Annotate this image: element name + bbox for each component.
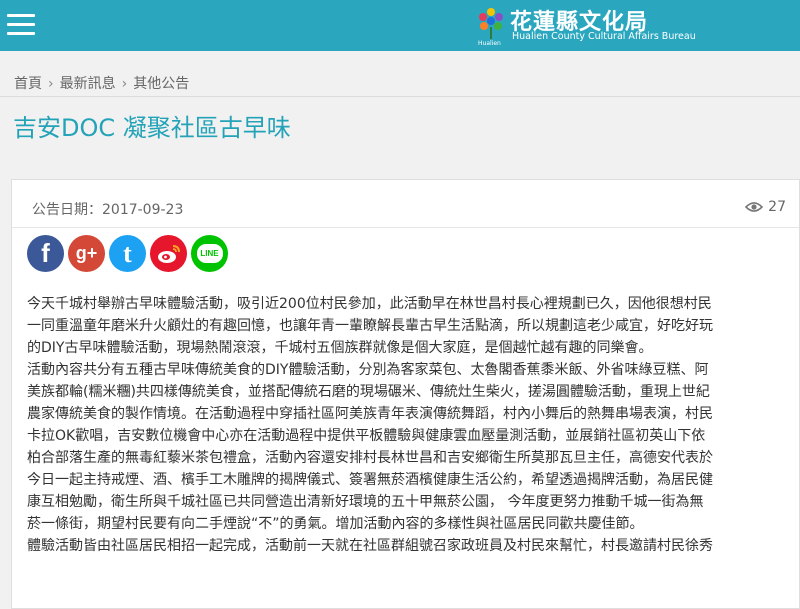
weibo-share-button[interactable] [150,235,187,272]
breadcrumb-news[interactable]: 最新訊息 [60,76,116,92]
view-count-value: 27 [768,199,786,215]
google-plus-share-button[interactable]: g+ [68,235,105,272]
line-icon: LINE [196,244,223,263]
line-share-button[interactable]: LINE [191,235,228,272]
article-line: 美族都輪(糯米糰)共四樣傳統美食，並搭配傳統石磨的現場碾米、傳統灶生柴火，搓湯圓… [27,384,710,400]
logo-small-text: Hualien [478,40,501,47]
breadcrumb-separator: › [48,76,54,92]
breadcrumb-separator: › [121,76,128,92]
eye-icon [745,202,764,212]
menu-icon-bar [7,32,35,35]
weibo-icon [157,244,180,263]
twitter-share-button[interactable]: t [109,235,146,272]
article-line: 的DIY古早味體驗活動，現場熱鬧滾滾，千城村五個族群就像是個大家庭，是個越忙越有… [27,340,653,356]
article-line: 體驗活動皆由社區居民相招一起完成，活動前一天就在社區群組號召家政班員及村民來幫忙… [27,538,713,554]
breadcrumb-home[interactable]: 首頁 [14,76,42,92]
facebook-share-button[interactable]: f [27,235,64,272]
article-line: 卡拉OK歡唱，吉安數位機會中心亦在活動過程中提供平板體驗與健康雲血壓量測活動，並… [27,428,706,444]
line-icon-label: LINE [200,249,219,258]
facebook-icon: f [41,238,50,268]
breadcrumb: 首頁 › 最新訊息 › 其他公告 [14,73,189,93]
article-line: 一同重溫童年磨米升火顧灶的有趣回憶，也讓年青一輩瞭解長輩古早生活點滴，所以規劃這… [27,318,713,334]
menu-icon[interactable] [7,12,35,38]
article-line: 菸一條街，期望村民要有向二手煙說“不”的勇氣。增加活動內容的多樣性與社區居民同歡… [27,516,644,532]
article-line: 農家傳統美食的製作情境。在活動過程中穿插社區阿美族青年表演傳統舞蹈，村內小舞后的… [27,406,713,422]
article-line: 康互相勉勵，衛生所與千城社區已共同營造出清新好環境的五十甲無菸公園， 今年度更努… [27,494,704,510]
breadcrumb-other-announcements[interactable]: 其他公告 [133,76,189,92]
breadcrumb-divider [0,96,800,97]
bureau-logo-icon[interactable] [474,7,508,43]
menu-icon-bar [7,14,35,17]
article-line: 今日一起主持戒煙、酒、檳手工木雕牌的揭牌儀式、簽署無菸酒檳健康生活公約，希望透過… [27,472,713,488]
menu-icon-bar [7,23,35,26]
announcement-date: 公告日期：2017-09-23 [32,202,184,218]
twitter-icon: t [123,238,132,268]
google-plus-icon: g+ [75,243,98,263]
article-line: 今天千城村舉辦古早味體驗活動，吸引近200位村民參加，此活動早在林世昌村長心裡規… [27,296,712,312]
meta-divider [12,227,799,228]
top-header-bar: Hualien 花蓮縣文化局 Hualien County Cultural A… [0,0,800,51]
logo-subtitle: Hualien County Cultural Affairs Bureau [512,31,696,42]
article-body: 今天千城村舉辦古早味體驗活動，吸引近200位村民參加，此活動早在林世昌村長心裡規… [27,293,787,557]
view-count: 27 [745,199,786,215]
article-line: 活動內容共分有五種古早味傳統美食的DIY體驗活動，分別為客家菜包、太魯閣香蕉黍米… [27,362,709,378]
page-title: 吉安DOC 凝聚社區古早味 [13,114,291,142]
share-buttons: f g+ t LINE [27,235,228,272]
article-line: 柏合部落生產的無毒紅藜米茶包禮盒，活動內容還安排村長林世昌和吉安鄉衛生所莫那瓦旦… [27,450,713,466]
